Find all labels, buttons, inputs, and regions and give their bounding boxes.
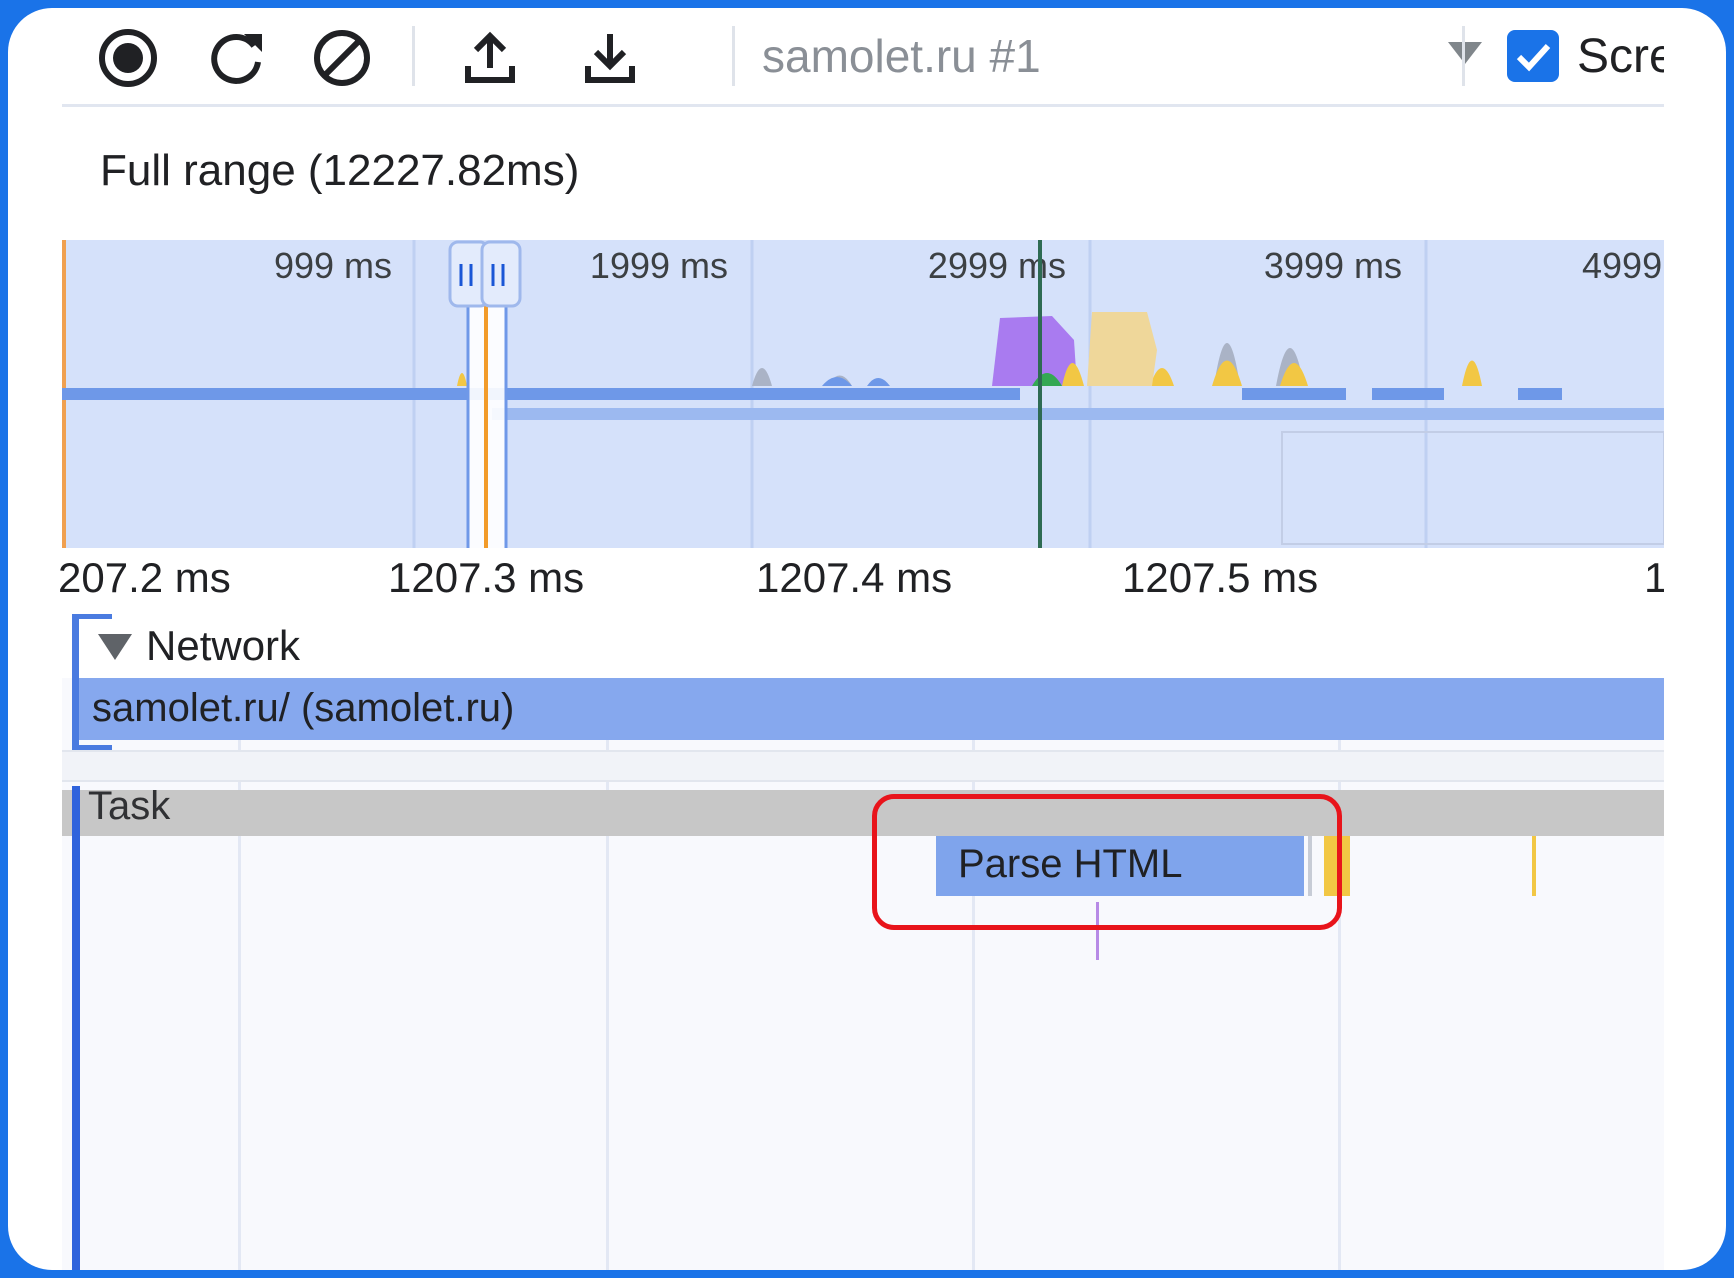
cpu-activity-yellow-hatched — [1087, 312, 1157, 386]
script-event[interactable] — [1532, 836, 1536, 896]
performance-panel: samolet.ru #1 Scre Full range (12227.82m… — [52, 8, 1664, 1270]
caret-down-icon — [1448, 42, 1482, 64]
network-overview-bar — [1518, 388, 1562, 400]
checkbox-checked-icon — [1507, 30, 1559, 82]
selection-handle-right — [480, 240, 522, 308]
network-overview-bar — [1242, 388, 1346, 400]
reload-button[interactable] — [200, 22, 272, 94]
ruler-tick-label: 1 — [1644, 554, 1664, 601]
overview-tick-999: 999 ms — [274, 245, 392, 286]
network-request-bar[interactable]: samolet.ru/ (samolet.ru) — [76, 678, 1664, 740]
network-overview-bar-light — [492, 408, 1664, 420]
network-request-label: samolet.ru/ (samolet.ru) — [92, 686, 515, 730]
timeline-overview[interactable]: 999 ms 1999 ms 2999 ms 3999 ms 4999 — [62, 240, 1664, 548]
ruler-tick-label: 207.2 ms — [58, 554, 231, 601]
overview-tick-1999: 1999 ms — [590, 245, 728, 286]
network-overview-bar — [1372, 388, 1444, 400]
network-track-bracket — [72, 614, 112, 750]
record-button[interactable] — [92, 22, 164, 94]
track-divider — [62, 750, 1664, 782]
range-label: Full range (12227.82ms) — [100, 146, 580, 195]
window-frame: samolet.ru #1 Scre Full range (12227.82m… — [8, 8, 1726, 1270]
screenshots-checkbox[interactable]: Scre — [1507, 26, 1664, 86]
profile-select[interactable]: samolet.ru #1 — [762, 22, 1482, 90]
network-track-header[interactable]: Network — [62, 614, 1664, 678]
reload-icon — [211, 34, 262, 84]
ruler-tick-label: 1207.4 ms — [756, 554, 953, 601]
upload-icon — [465, 31, 515, 83]
overview-tick-3999: 3999 ms — [1264, 245, 1402, 286]
toolbar-separator — [732, 26, 735, 86]
profile-name: samolet.ru #1 — [762, 30, 1041, 82]
network-overview-bar — [62, 388, 1020, 400]
main-thread-selection-bar — [72, 786, 80, 1270]
ruler-tick-label: 1207.5 ms — [1122, 554, 1319, 601]
overview-tick-2999: 2999 ms — [928, 245, 1066, 286]
overview-tick-4999: 4999 — [1582, 245, 1662, 286]
toolbar: samolet.ru #1 Scre — [62, 8, 1664, 107]
highlight-annotation — [872, 794, 1342, 930]
flame-chart[interactable]: Network samolet.ru/ (samolet.ru) Task Pa… — [62, 614, 1664, 1270]
time-ruler: 207.2 ms 1207.3 ms 1207.4 ms 1207.5 ms 1 — [58, 548, 1664, 614]
toolbar-separator — [412, 26, 415, 86]
task-label: Task — [88, 790, 171, 828]
toolbar-separator — [1462, 26, 1465, 86]
download-button[interactable] — [574, 22, 646, 94]
network-track-title: Network — [146, 622, 301, 669]
download-icon — [585, 34, 635, 83]
ruler-tick-label: 1207.3 ms — [388, 554, 585, 601]
record-icon — [99, 29, 157, 87]
upload-button[interactable] — [454, 22, 526, 94]
clear-icon — [314, 30, 370, 86]
screenshots-label: Scre — [1577, 29, 1664, 83]
task-bar[interactable]: Task — [62, 790, 1664, 836]
clear-button[interactable] — [306, 22, 378, 94]
